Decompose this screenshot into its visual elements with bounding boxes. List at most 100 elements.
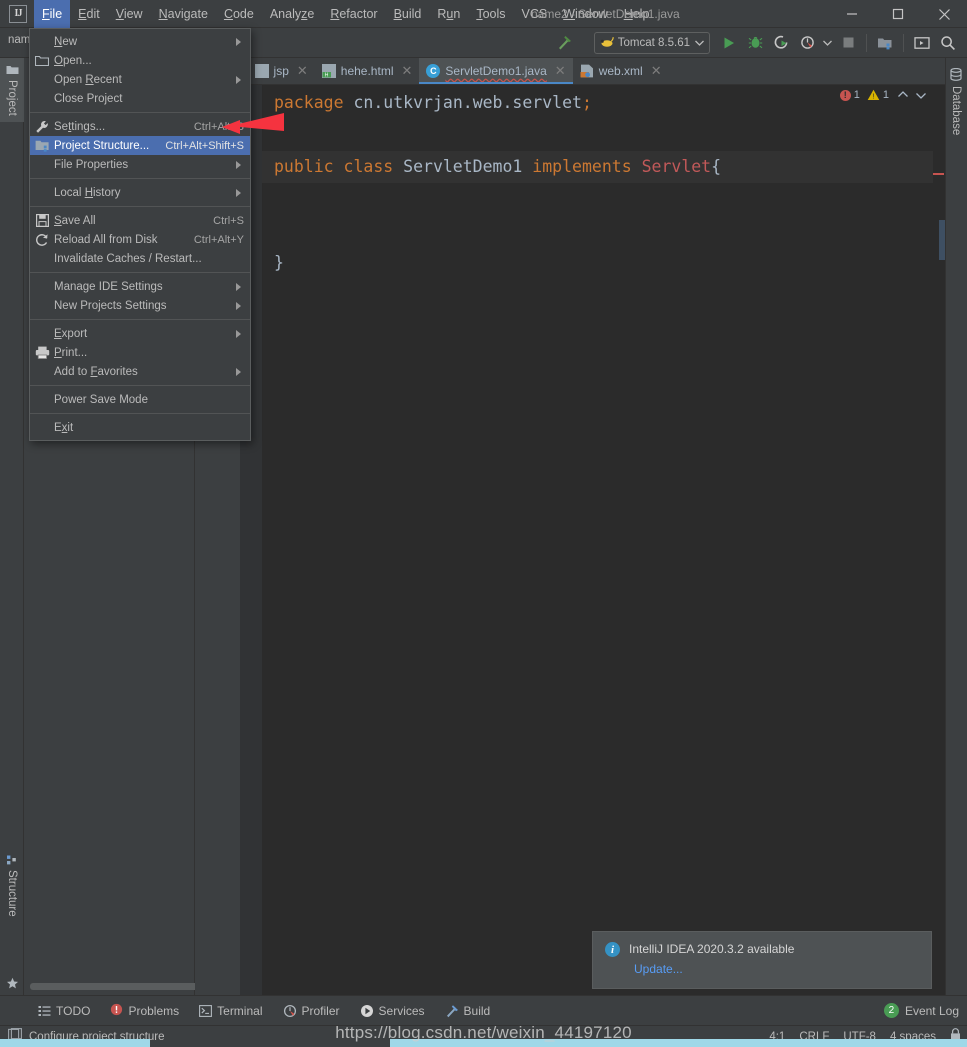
file-menu-item-reload-all-from-disk[interactable]: Reload All from DiskCtrl+Alt+Y	[30, 230, 250, 249]
menu-run[interactable]: Run	[429, 0, 468, 28]
close-icon[interactable]: ✕	[297, 63, 308, 79]
file-menu-item-label: File Properties	[54, 159, 226, 171]
file-menu-item-project-structure[interactable]: Project Structure...Ctrl+Alt+Shift+S	[30, 136, 250, 155]
close-icon[interactable]: ✕	[555, 63, 566, 79]
menu-build[interactable]: Build	[386, 0, 430, 28]
file-menu-item-close-project[interactable]: Close Project	[30, 89, 250, 108]
file-menu-item-manage-ide-settings[interactable]: Manage IDE Settings	[30, 277, 250, 296]
sidebar-item-project[interactable]: Project	[0, 58, 24, 122]
file-menu-item-exit[interactable]: Exit	[30, 418, 250, 437]
menu-label: Edit	[78, 7, 100, 21]
terminal-icon[interactable]	[910, 31, 934, 55]
file-menu-popup[interactable]: New Open... Open Recent Close Project Settin…	[29, 28, 251, 441]
search-icon[interactable]	[936, 31, 960, 55]
menu-analyze[interactable]: Analyze	[262, 0, 322, 28]
decorative-strip-left	[0, 1039, 150, 1047]
sidebar-item-structure-label: Structure	[6, 870, 18, 917]
file-menu-item-new-projects-settings[interactable]: New Projects Settings	[30, 296, 250, 315]
file-menu-item-export[interactable]: Export	[30, 324, 250, 343]
file-menu-item-settings[interactable]: Settings...Ctrl+Alt+S	[30, 117, 250, 136]
editor-tab-label: jsp	[274, 64, 289, 78]
editor-tab-jsp[interactable]: jsp ✕	[248, 58, 315, 84]
editor-code-area[interactable]: package cn.utkvrjan.web.servlet; public …	[262, 85, 933, 995]
menu-file[interactable]: File	[34, 0, 70, 28]
menu-edit[interactable]: Edit	[70, 0, 108, 28]
inspection-status-widget[interactable]: ! 1 ! 1	[840, 89, 927, 101]
file-menu-item-open[interactable]: Open...	[30, 51, 250, 70]
file-menu-item-local-history[interactable]: Local History	[30, 183, 250, 202]
profiler-icon[interactable]	[795, 31, 819, 55]
file-menu-item-open-recent[interactable]: Open Recent	[30, 70, 250, 89]
profiler-dropdown-icon[interactable]	[821, 31, 834, 55]
code-line[interactable]	[262, 183, 933, 215]
code-line[interactable]	[262, 119, 933, 151]
file-menu-item-save-all[interactable]: Save AllCtrl+S	[30, 211, 250, 230]
file-menu-item-file-properties[interactable]: File Properties	[30, 155, 250, 174]
error-count-icon: !	[840, 90, 851, 101]
close-icon[interactable]: ✕	[401, 63, 412, 79]
tool-button-terminal[interactable]: Terminal	[189, 996, 272, 1026]
submenu-arrow-icon	[236, 330, 244, 338]
run-configuration-selector[interactable]: Tomcat 8.5.61	[594, 32, 710, 54]
close-icon[interactable]: ✕	[651, 63, 662, 79]
file-menu-item-new[interactable]: New	[30, 32, 250, 51]
notification-update-link[interactable]: Update...	[634, 962, 919, 976]
tool-button-problems[interactable]: Problems	[100, 996, 189, 1026]
file-menu-item-label: Add to Favorites	[54, 366, 226, 378]
hammer-icon[interactable]	[553, 31, 577, 55]
tool-button-todo[interactable]: TODO	[28, 996, 100, 1026]
code-token: ;	[582, 93, 592, 112]
sidebar-item-structure[interactable]: Structure	[0, 848, 24, 923]
editor-tab-servletdemo1-java[interactable]: CServletDemo1.java✕	[419, 58, 572, 84]
tool-button-services[interactable]: Services	[350, 996, 435, 1026]
code-editor[interactable]: package cn.utkvrjan.web.servlet; public …	[240, 85, 945, 995]
file-menu-item-label: Open...	[54, 55, 244, 67]
run-icon[interactable]	[717, 31, 741, 55]
minimize-button[interactable]	[829, 0, 875, 28]
editor-tab-web-xml[interactable]: web.xml✕	[573, 58, 669, 84]
project-horizontal-scrollbar[interactable]	[30, 983, 208, 990]
menu-refactor[interactable]: Refactor	[322, 0, 385, 28]
file-menu-item-add-to-favorites[interactable]: Add to Favorites	[30, 362, 250, 381]
event-log-button[interactable]: 2 Event Log	[884, 1003, 959, 1018]
code-line[interactable]: public class ServletDemo1 implements Ser…	[262, 151, 933, 183]
file-menu-item-shortcut: Ctrl+Alt+S	[194, 121, 244, 133]
debug-icon[interactable]	[743, 31, 767, 55]
error-stripe-marker[interactable]	[933, 173, 944, 175]
submenu-arrow-icon	[236, 283, 244, 291]
menu-separator	[30, 413, 250, 414]
sidebar-item-database[interactable]: Database	[945, 62, 967, 141]
code-token: {	[711, 157, 721, 176]
file-menu-item-invalidate-caches-restart[interactable]: Invalidate Caches / Restart...	[30, 249, 250, 268]
profiler-icon	[283, 1004, 297, 1018]
file-menu-item-print[interactable]: Print...	[30, 343, 250, 362]
stop-icon[interactable]	[836, 31, 860, 55]
menu-tools[interactable]: Tools	[468, 0, 513, 28]
project-structure-icon[interactable]	[873, 31, 897, 55]
run-coverage-icon[interactable]	[769, 31, 793, 55]
editor-tab-hehe-html[interactable]: Hhehe.html✕	[315, 58, 420, 84]
editor-scrollbar-markers[interactable]	[933, 85, 945, 995]
code-line[interactable]: }	[262, 247, 933, 279]
notification-balloon[interactable]: i IntelliJ IDEA 2020.3.2 available Updat…	[592, 931, 932, 989]
menu-view[interactable]: View	[108, 0, 151, 28]
sidebar-item-project-label: Project	[6, 80, 18, 116]
code-token: ServletDemo1	[403, 157, 522, 176]
code-line[interactable]: package cn.utkvrjan.web.servlet;	[262, 87, 933, 119]
database-icon	[950, 68, 962, 81]
maximize-button[interactable]	[875, 0, 921, 28]
code-line[interactable]	[262, 215, 933, 247]
file-menu-item-power-save-mode[interactable]: Power Save Mode	[30, 390, 250, 409]
menu-navigate[interactable]: Navigate	[151, 0, 216, 28]
run-configuration-label: Tomcat 8.5.61	[618, 37, 690, 49]
file-menu-item-label: Close Project	[54, 93, 244, 105]
tool-button-profiler-label: Profiler	[302, 1004, 340, 1018]
sidebar-item-database-label: Database	[950, 86, 962, 135]
tool-button-build[interactable]: Build	[435, 996, 501, 1026]
file-menu-item-label: New	[54, 36, 226, 48]
tool-button-profiler[interactable]: Profiler	[273, 996, 350, 1026]
close-button[interactable]	[921, 0, 967, 28]
menu-code[interactable]: Code	[216, 0, 262, 28]
file-menu-item-label: Open Recent	[54, 74, 226, 86]
left-tool-window-bar: Project Structure Favorites	[0, 58, 24, 995]
